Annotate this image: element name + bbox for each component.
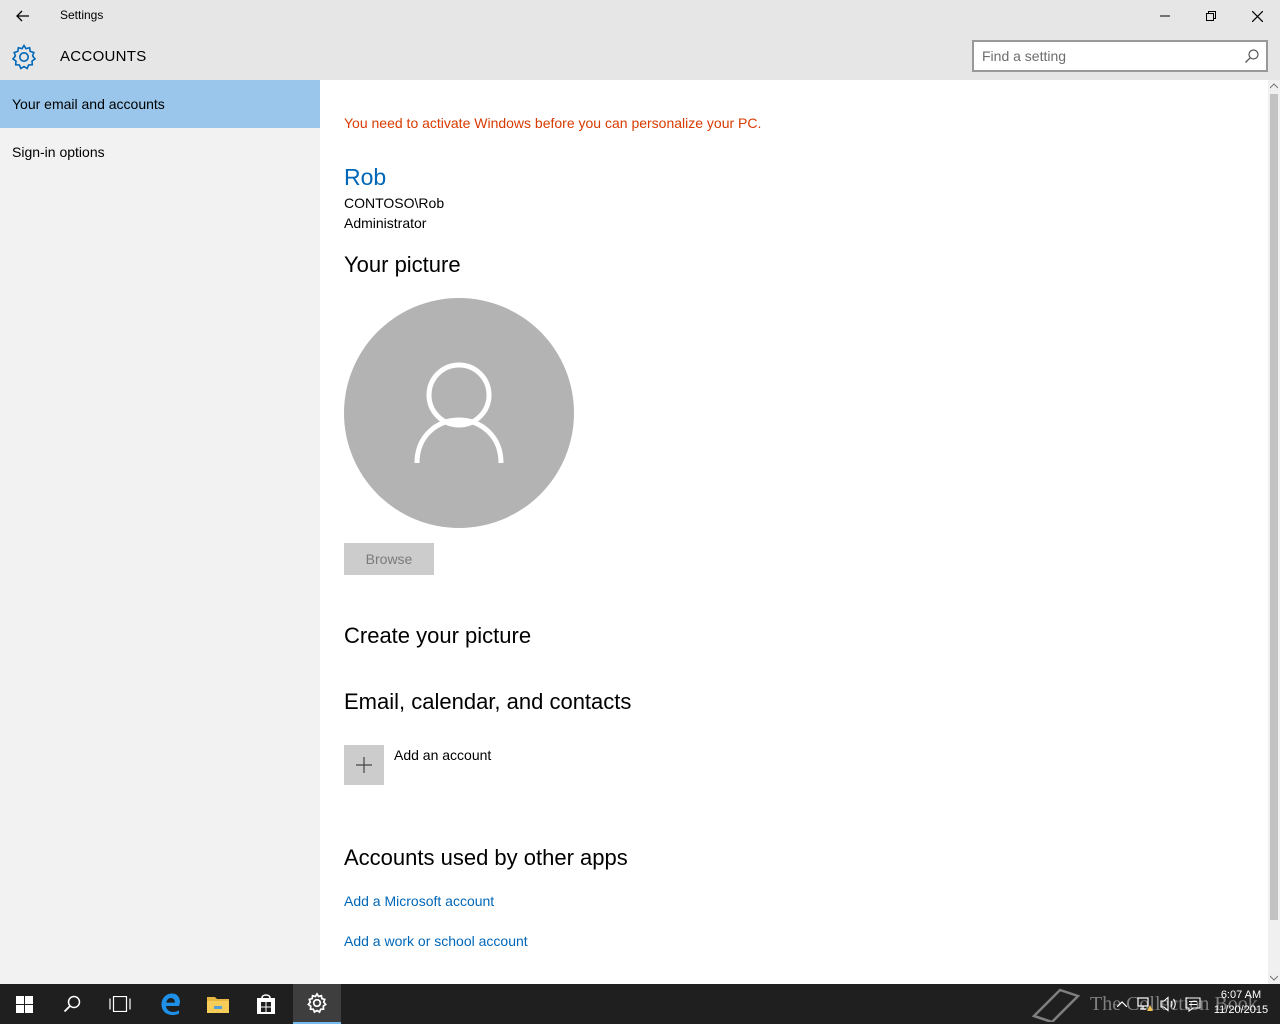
person-icon	[414, 362, 504, 464]
search-box[interactable]	[972, 40, 1268, 72]
store-icon	[257, 994, 275, 1014]
network-icon	[1137, 997, 1153, 1011]
close-icon	[1251, 10, 1263, 22]
sidebar-item-email-accounts[interactable]: Your email and accounts	[0, 80, 320, 128]
taskbar-search-button[interactable]	[48, 984, 96, 1024]
scroll-down-arrow-icon[interactable]	[1268, 972, 1280, 984]
minimize-icon	[1160, 15, 1170, 17]
edge-icon	[161, 993, 180, 1015]
notification-icon	[1185, 997, 1201, 1012]
add-work-school-account-link[interactable]: Add a work or school account	[344, 933, 528, 949]
title-bar: Settings	[0, 0, 1280, 32]
add-account-button[interactable]	[344, 745, 384, 785]
user-domain: CONTOSO\Rob	[344, 195, 445, 211]
gear-icon	[11, 43, 37, 70]
section-title: ACCOUNTS	[60, 48, 147, 65]
clock-date: 11/20/2015	[1213, 1004, 1269, 1016]
gear-icon	[307, 992, 327, 1014]
browse-button[interactable]: Browse	[344, 543, 434, 575]
settings-taskbar-button[interactable]	[293, 984, 341, 1024]
show-hidden-icons-button[interactable]	[1112, 984, 1132, 1024]
task-view-button[interactable]	[96, 984, 144, 1024]
back-button[interactable]	[0, 0, 46, 32]
folder-icon	[207, 997, 229, 1013]
avatar	[344, 298, 574, 528]
add-account-label[interactable]: Add an account	[394, 747, 491, 763]
scroll-up-arrow-icon[interactable]	[1268, 80, 1280, 92]
create-picture-heading: Create your picture	[344, 623, 532, 648]
windows-logo-icon	[15, 995, 33, 1013]
sidebar-item-sign-in-options[interactable]: Sign-in options	[0, 128, 320, 176]
your-picture-heading: Your picture	[344, 252, 461, 277]
clock[interactable]: 6:07 AM 11/20/2015	[1208, 988, 1274, 1018]
scroll-thumb[interactable]	[1270, 94, 1278, 920]
chevron-up-icon	[1117, 1001, 1127, 1007]
back-arrow-icon	[16, 10, 29, 22]
sidebar: Your email and accounts Sign-in options	[0, 80, 320, 984]
network-tray-button[interactable]	[1134, 984, 1156, 1024]
task-view-icon	[109, 996, 131, 1012]
main-content: You need to activate Windows before you …	[320, 80, 1268, 984]
plus-icon	[356, 757, 372, 773]
user-name: Rob	[344, 164, 387, 190]
accounts-other-apps-heading: Accounts used by other apps	[344, 845, 628, 870]
book-icon	[1031, 988, 1081, 1022]
taskbar: The Collection Book 6:07 AM 11/20/2015	[0, 984, 1280, 1024]
action-center-button[interactable]	[1182, 984, 1204, 1024]
close-button[interactable]	[1234, 0, 1280, 32]
email-calendar-contacts-heading: Email, calendar, and contacts	[344, 689, 632, 714]
clock-time: 6:07 AM	[1220, 989, 1262, 1001]
add-microsoft-account-link[interactable]: Add a Microsoft account	[344, 893, 494, 909]
restore-button[interactable]	[1188, 0, 1234, 32]
search-icon[interactable]	[1244, 48, 1260, 64]
speaker-icon	[1160, 996, 1176, 1012]
restore-icon	[1206, 11, 1216, 21]
user-role: Administrator	[344, 215, 427, 231]
edge-button[interactable]	[146, 984, 194, 1024]
volume-tray-button[interactable]	[1158, 984, 1180, 1024]
search-icon	[63, 995, 81, 1013]
store-button[interactable]	[242, 984, 290, 1024]
window-title: Settings	[60, 8, 104, 22]
scrollbar[interactable]	[1268, 80, 1280, 984]
search-input[interactable]	[982, 47, 1232, 65]
start-button[interactable]	[0, 984, 48, 1024]
minimize-button[interactable]	[1142, 0, 1188, 32]
settings-header: ACCOUNTS	[0, 32, 1280, 80]
file-explorer-button[interactable]	[194, 984, 242, 1024]
activation-warning: You need to activate Windows before you …	[344, 115, 762, 131]
